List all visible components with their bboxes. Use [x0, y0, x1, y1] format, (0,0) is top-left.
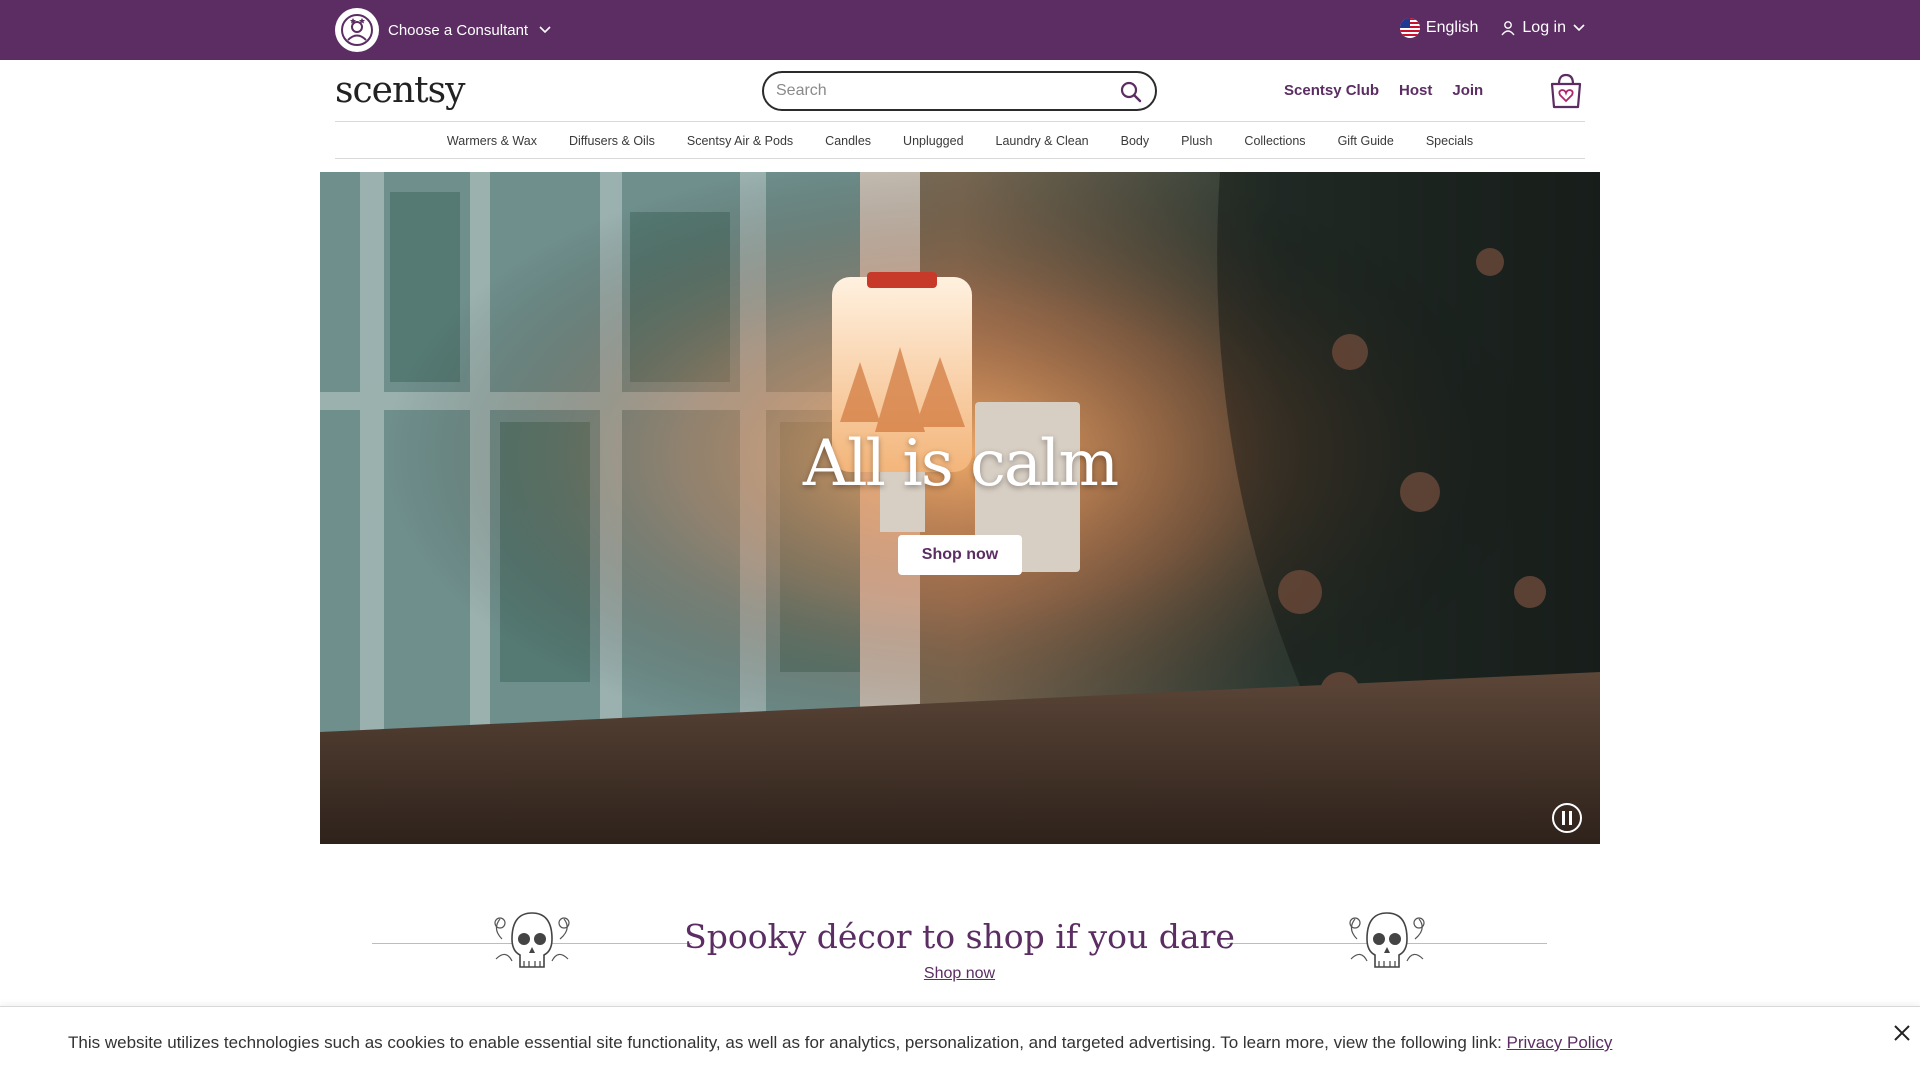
privacy-policy-link[interactable]: Privacy Policy	[1507, 1033, 1613, 1052]
nav-item-laundry-clean[interactable]: Laundry & Clean	[996, 134, 1089, 148]
cookie-text: This website utilizes technologies such …	[68, 1033, 1507, 1052]
nav-item-candles[interactable]: Candles	[825, 134, 871, 148]
search-icon[interactable]	[1119, 80, 1143, 104]
hero-image	[320, 172, 1600, 844]
nav-item-warmers-wax[interactable]: Warmers & Wax	[447, 134, 537, 148]
login-label: Log in	[1522, 19, 1566, 36]
hero-banner[interactable]: All is calm Shop now	[320, 172, 1600, 844]
us-flag-icon	[1399, 18, 1420, 38]
top-bar: Choose a Consultant English Log in	[0, 0, 1920, 60]
nav-item-body[interactable]: Body	[1121, 134, 1150, 148]
promo-title: Spooky décor to shop if you dare	[684, 917, 1235, 956]
shopping-bag-heart-icon[interactable]	[1547, 72, 1585, 110]
host-link[interactable]: Host	[1399, 82, 1432, 99]
nav-item-scentsy-air-pods[interactable]: Scentsy Air & Pods	[687, 134, 793, 148]
consultant-avatar-icon	[335, 8, 379, 52]
pause-icon[interactable]	[1551, 802, 1583, 834]
language-selector[interactable]: English	[1399, 18, 1479, 38]
login-menu[interactable]: Log in	[1500, 19, 1586, 37]
scentsy-logo[interactable]: scentsy	[335, 70, 465, 111]
cookie-message: This website utilizes technologies such …	[68, 1033, 1612, 1053]
cookie-banner: This website utilizes technologies such …	[0, 1006, 1920, 1080]
search-input[interactable]	[776, 80, 1106, 102]
user-icon	[1501, 21, 1515, 36]
hero-title: All is calm	[802, 427, 1119, 501]
nav-item-plush[interactable]: Plush	[1181, 134, 1212, 148]
promo-shop-now-link[interactable]: Shop now	[924, 965, 995, 982]
nav-item-diffusers-oils[interactable]: Diffusers & Oils	[569, 134, 655, 148]
site-header: scentsy Scentsy Club Host Join	[335, 60, 1585, 122]
scentsy-club-link[interactable]: Scentsy Club	[1284, 82, 1379, 99]
hero-shop-now-button[interactable]: Shop now	[898, 535, 1022, 575]
join-link[interactable]: Join	[1452, 82, 1483, 99]
consultant-label: Choose a Consultant	[388, 21, 529, 39]
search-box	[762, 71, 1157, 111]
nav-item-gift-guide[interactable]: Gift Guide	[1338, 134, 1394, 148]
language-label: English	[1425, 19, 1479, 36]
choose-consultant-button[interactable]: Choose a Consultant	[335, 8, 552, 52]
nav-item-specials[interactable]: Specials	[1426, 134, 1473, 148]
chevron-down-icon	[539, 26, 551, 34]
chevron-down-icon	[1573, 24, 1585, 32]
nav-item-unplugged[interactable]: Unplugged	[903, 134, 963, 148]
close-icon[interactable]	[1892, 1023, 1912, 1043]
header-links: Scentsy Club Host Join	[1284, 82, 1483, 99]
spooky-promo: Spooky décor to shop if you dare Shop no…	[372, 905, 1547, 985]
category-nav: Warmers & Wax Diffusers & Oils Scentsy A…	[335, 123, 1585, 159]
nav-item-collections[interactable]: Collections	[1244, 134, 1305, 148]
